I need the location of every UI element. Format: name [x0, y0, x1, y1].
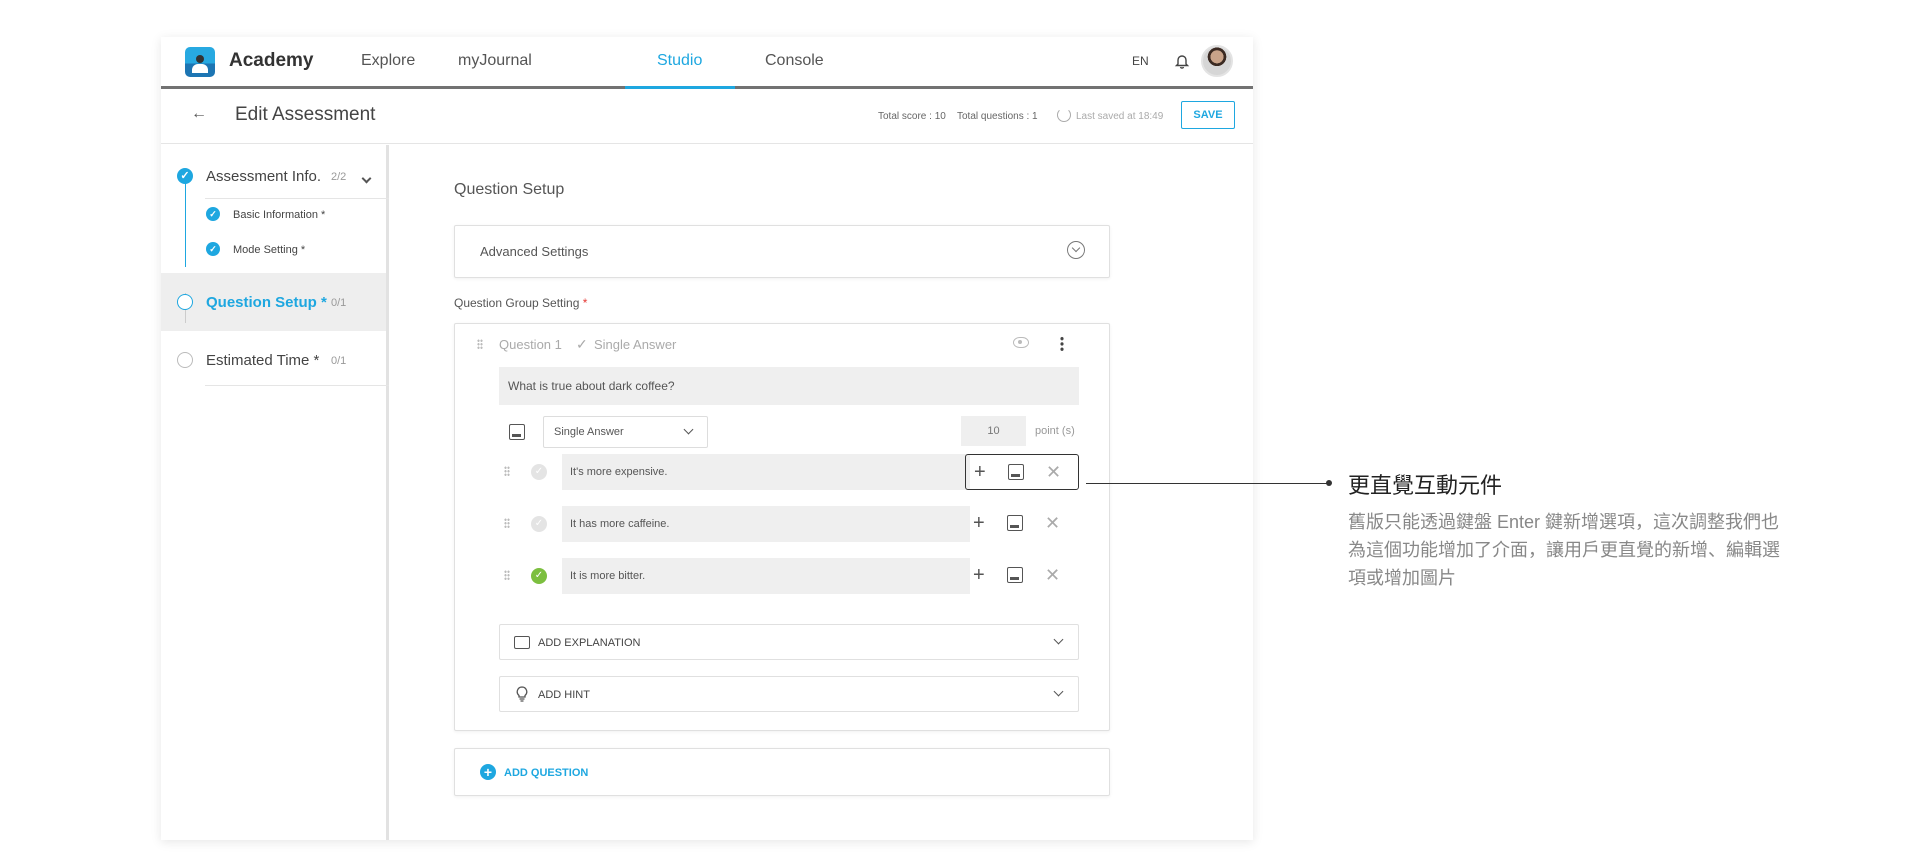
checkmark-icon: ✓: [576, 336, 588, 352]
points-input[interactable]: 10: [961, 416, 1026, 446]
step-pending-ring-icon: [177, 352, 193, 368]
annotation-dot: [1326, 480, 1332, 486]
chevron-down-icon[interactable]: [361, 173, 372, 184]
option-input[interactable]: It's more expensive.: [562, 454, 970, 490]
step-active-ring-icon: [177, 294, 193, 310]
nav-myjournal[interactable]: myJournal: [458, 52, 532, 70]
save-button[interactable]: SAVE: [1181, 101, 1235, 129]
total-questions: Total questions : 1: [957, 111, 1038, 122]
lightbulb-icon: [516, 686, 528, 702]
add-question-label: ADD QUESTION: [504, 767, 589, 779]
top-nav: Academy Explore myJournal Studio Console…: [161, 37, 1253, 89]
close-icon[interactable]: ✕: [1045, 566, 1060, 584]
add-explanation-label: ADD EXPLANATION: [538, 637, 641, 649]
annotation-title: 更直覺互動元件: [1348, 473, 1503, 498]
progress-line: [185, 183, 186, 267]
section-title: Question Setup: [454, 181, 565, 198]
correct-answer-toggle[interactable]: ✓: [531, 568, 547, 584]
add-option-icon[interactable]: +: [973, 565, 985, 585]
language-switch[interactable]: EN: [1132, 54, 1149, 68]
step-count: 2/2: [331, 171, 347, 183]
last-saved: Last saved at 18:49: [1076, 111, 1164, 122]
close-icon[interactable]: ✕: [1045, 514, 1060, 532]
bell-icon[interactable]: [1174, 52, 1190, 70]
image-icon[interactable]: [1007, 515, 1023, 531]
answer-type-value: Single Answer: [554, 426, 624, 438]
add-hint-panel[interactable]: ADD HINT: [499, 676, 1079, 712]
question-group-label: Question Group Setting *: [454, 296, 588, 310]
option-tools: + ✕: [965, 558, 1079, 594]
option-input[interactable]: It has more caffeine.: [562, 506, 970, 542]
chevron-down-icon: [1053, 634, 1064, 645]
annotation-leader-line: [1086, 483, 1328, 484]
add-hint-label: ADD HINT: [538, 689, 590, 701]
step-count: 0/1: [331, 297, 347, 309]
image-icon[interactable]: [1008, 464, 1024, 480]
add-explanation-panel[interactable]: ADD EXPLANATION: [499, 624, 1079, 660]
correct-answer-toggle[interactable]: ✓: [531, 464, 547, 480]
total-score: Total score : 10: [878, 111, 946, 122]
answer-type-select[interactable]: Single Answer: [543, 416, 708, 448]
option-tools: + ✕: [965, 454, 1079, 490]
nav-explore[interactable]: Explore: [361, 52, 415, 70]
nav-studio[interactable]: Studio: [657, 52, 702, 70]
annotation-body: 舊版只能透過鍵盤 Enter 鍵新增選項，這次調整我們也為這個功能增加了介面，讓…: [1348, 512, 1780, 588]
option-input[interactable]: It is more bitter.: [562, 558, 970, 594]
points-unit: point (s): [1035, 425, 1075, 437]
drag-handle-icon[interactable]: [504, 518, 510, 528]
expand-circle-icon[interactable]: [1067, 241, 1085, 259]
page-header: ← Edit Assessment Total score : 10 Total…: [161, 89, 1253, 144]
eye-icon[interactable]: [1013, 337, 1029, 348]
academy-logo-icon[interactable]: [185, 47, 215, 77]
image-icon[interactable]: [1007, 567, 1023, 583]
option-tools: + ✕: [965, 506, 1079, 542]
add-option-icon[interactable]: +: [974, 462, 986, 482]
step-estimated-time[interactable]: Estimated Time *: [206, 352, 319, 369]
step-done-check-icon: ✓: [177, 168, 193, 184]
more-options-icon[interactable]: [1060, 336, 1064, 352]
steps-sidebar: ✓ Assessment Info. 2/2 ✓ Basic Informati…: [161, 145, 389, 840]
step-assessment-info[interactable]: Assessment Info.: [206, 168, 321, 185]
add-question-button[interactable]: + ADD QUESTION: [454, 748, 1110, 796]
question-card: Question 1 ✓ Single Answer What is true …: [454, 323, 1110, 731]
add-circle-icon: +: [480, 764, 496, 780]
image-icon[interactable]: [509, 424, 525, 440]
chevron-down-icon: [683, 424, 694, 435]
drag-handle-icon[interactable]: [477, 339, 483, 349]
advanced-settings-panel[interactable]: Advanced Settings: [454, 225, 1110, 278]
nav-console[interactable]: Console: [765, 52, 824, 70]
page-title: Edit Assessment: [235, 104, 376, 125]
brand-name[interactable]: Academy: [229, 50, 314, 72]
divider: [205, 198, 389, 199]
explanation-icon: [514, 636, 530, 649]
divider: [205, 385, 389, 386]
chevron-down-icon: [1053, 686, 1064, 697]
main-content: Question Setup Advanced Settings Questio…: [393, 145, 1253, 840]
add-option-icon[interactable]: +: [973, 513, 985, 533]
substep-mode-setting[interactable]: Mode Setting *: [233, 244, 305, 256]
step-question-setup[interactable]: Question Setup *: [206, 294, 327, 311]
advanced-settings-label: Advanced Settings: [480, 244, 589, 259]
drag-handle-icon[interactable]: [504, 466, 510, 476]
back-arrow-icon[interactable]: ←: [191, 105, 207, 123]
app-window: Academy Explore myJournal Studio Console…: [161, 37, 1253, 840]
drag-handle-icon[interactable]: [504, 570, 510, 580]
step-count: 0/1: [331, 355, 347, 367]
close-icon[interactable]: ✕: [1046, 463, 1061, 481]
user-avatar[interactable]: [1201, 45, 1233, 77]
substep-check-icon: ✓: [206, 242, 220, 256]
substep-basic-information[interactable]: Basic Information *: [233, 209, 325, 221]
question-number: Question 1: [499, 337, 562, 352]
substep-check-icon: ✓: [206, 207, 220, 221]
question-text-input[interactable]: What is true about dark coffee?: [499, 367, 1079, 405]
history-icon: [1057, 108, 1071, 122]
question-type-label: Single Answer: [594, 337, 677, 352]
correct-answer-toggle[interactable]: ✓: [531, 516, 547, 532]
